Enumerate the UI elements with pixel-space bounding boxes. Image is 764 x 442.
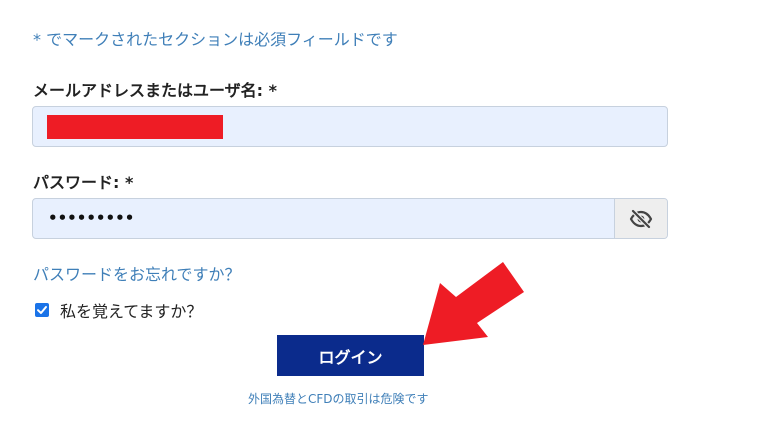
password-field[interactable]: ••••••••• — [32, 198, 668, 239]
login-page: * でマークされたセクションは必須フィールドです メールアドレスまたはユーザ名:… — [0, 0, 764, 442]
show-password-toggle[interactable] — [614, 199, 667, 238]
required-fields-note: * でマークされたセクションは必須フィールドです — [33, 30, 398, 49]
email-field[interactable] — [32, 106, 668, 147]
password-value: ••••••••• — [48, 209, 135, 227]
password-label: パスワード: * — [33, 173, 134, 192]
remember-me-label[interactable]: 私を覚えてますか？ — [60, 298, 202, 322]
email-redaction-bar — [47, 115, 223, 139]
forgot-password-link[interactable]: パスワードをお忘れですか？ — [33, 261, 241, 285]
email-label: メールアドレスまたはユーザ名: * — [33, 81, 278, 100]
risk-warning-note: 外国為替とCFDの取引は危険です — [248, 392, 429, 406]
login-button[interactable]: ログイン — [277, 335, 424, 376]
eye-slash-icon — [629, 208, 653, 229]
remember-me-checkbox[interactable] — [35, 303, 49, 317]
checkmark-icon — [37, 306, 47, 314]
remember-me-row: 私を覚えてますか？ — [35, 298, 202, 322]
